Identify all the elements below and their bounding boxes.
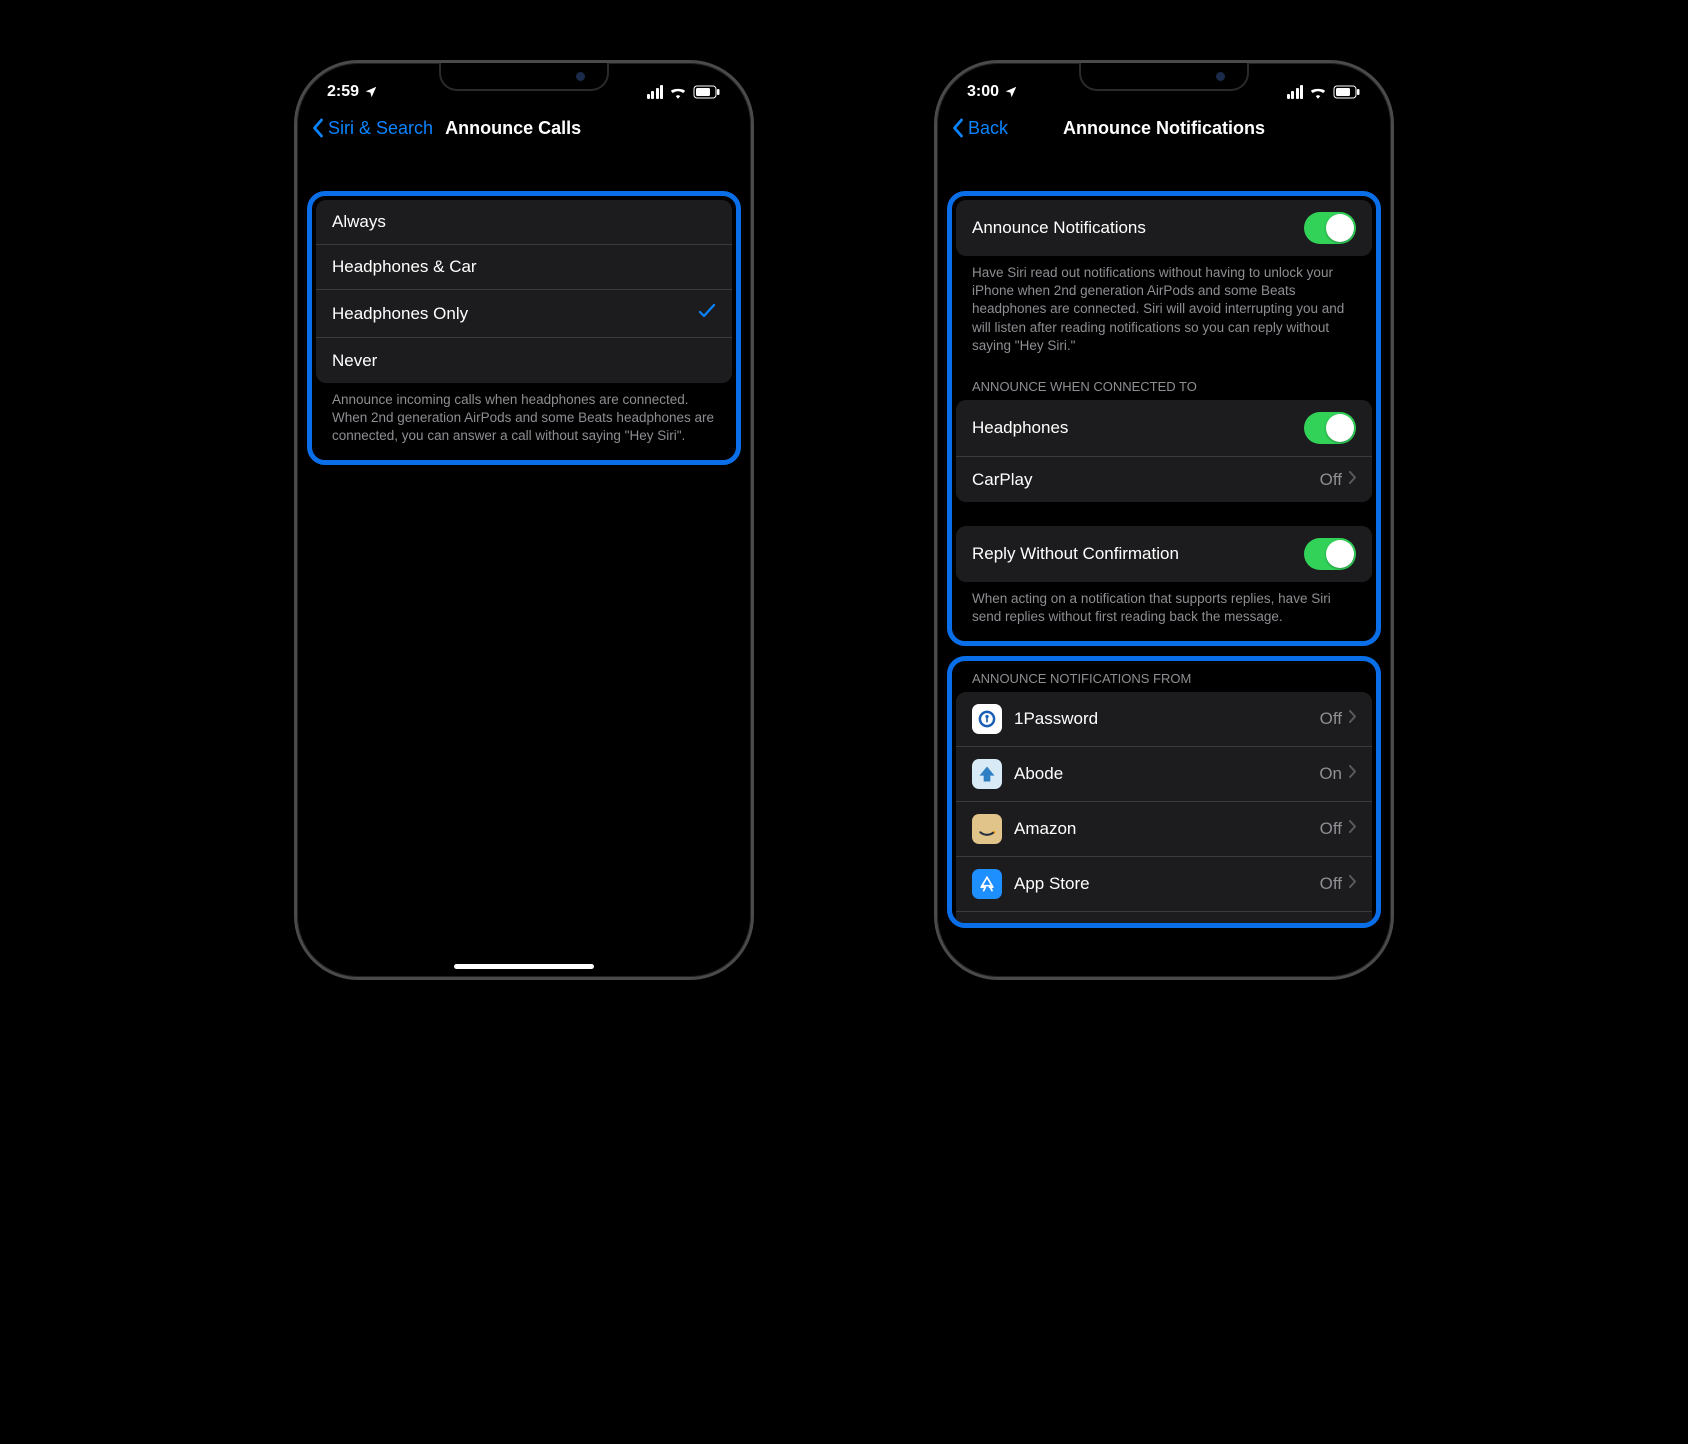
reply-footer: When acting on a notification that suppo… [956, 582, 1372, 636]
option-never[interactable]: Never [316, 338, 732, 383]
wifi-icon [669, 85, 687, 99]
carplay-value: Off [1320, 470, 1342, 490]
nav-bar: Siri & Search Announce Calls [297, 107, 751, 151]
toggle-on[interactable] [1304, 212, 1356, 244]
battery-icon [693, 85, 721, 99]
chevron-right-icon [1348, 710, 1356, 728]
chevron-left-icon [311, 118, 324, 138]
app-row[interactable]: Apple StoreOff [956, 912, 1372, 928]
reply-section: Reply Without Confirmation [956, 526, 1372, 582]
highlight-announce-notifications: Announce Notifications Have Siri read ou… [947, 191, 1381, 646]
highlight-apps: ANNOUNCE NOTIFICATIONS FROM 1Password Off… [947, 656, 1381, 928]
app-name: App Store [1014, 874, 1090, 894]
nav-bar: Back Announce Notifications [937, 107, 1391, 151]
checkmark-icon [698, 302, 716, 325]
cellular-icon [1287, 85, 1304, 99]
app-icon [972, 924, 1002, 928]
chevron-right-icon [1348, 820, 1356, 838]
back-label: Back [968, 118, 1008, 139]
chevron-left-icon [951, 118, 964, 138]
options-footer: Announce incoming calls when headphones … [316, 383, 732, 456]
cellular-icon [647, 85, 664, 99]
app-name: Amazon [1014, 819, 1076, 839]
app-icon [972, 814, 1002, 844]
app-value: Off [1320, 709, 1342, 729]
back-button[interactable]: Siri & Search [311, 118, 433, 139]
wifi-icon [1309, 85, 1327, 99]
option-headphones-only[interactable]: Headphones Only [316, 290, 732, 338]
connected-header: ANNOUNCE WHEN CONNECTED TO [956, 365, 1372, 400]
row-headphones[interactable]: Headphones [956, 400, 1372, 457]
page-title: Announce Notifications [1063, 118, 1265, 139]
app-icon [972, 704, 1002, 734]
row-announce-toggle[interactable]: Announce Notifications [956, 200, 1372, 256]
option-headphones-car[interactable]: Headphones & Car [316, 245, 732, 290]
app-name: Abode [1014, 764, 1063, 784]
chevron-right-icon [1348, 875, 1356, 893]
row-reply-toggle[interactable]: Reply Without Confirmation [956, 526, 1372, 582]
location-icon [1004, 85, 1018, 99]
app-value: Off [1320, 874, 1342, 894]
toggle-on[interactable] [1304, 412, 1356, 444]
announce-section: Announce Notifications [956, 200, 1372, 256]
app-icon [972, 759, 1002, 789]
app-value: On [1319, 764, 1342, 784]
battery-icon [1333, 85, 1361, 99]
toggle-on[interactable] [1304, 538, 1356, 570]
phone-right: 3:00 Back Announce Notifications [934, 60, 1394, 980]
app-row[interactable]: App Store Off [956, 857, 1372, 912]
row-carplay[interactable]: CarPlay Off [956, 457, 1372, 502]
back-button[interactable]: Back [951, 118, 1008, 139]
app-row[interactable]: 1Password Off [956, 692, 1372, 747]
option-always[interactable]: Always [316, 200, 732, 245]
status-time: 2:59 [327, 83, 359, 101]
app-icon [972, 869, 1002, 899]
phone-left: 2:59 Siri & Search Announce Calls Alw [294, 60, 754, 980]
highlight-announce-calls: Always Headphones & Car Headphones Only … [307, 191, 741, 465]
app-name: 1Password [1014, 709, 1098, 729]
apps-section: 1Password Off Abode On Amazon Off App Store Off… [956, 692, 1372, 928]
apps-header: ANNOUNCE NOTIFICATIONS FROM [956, 665, 1372, 692]
status-time: 3:00 [967, 83, 999, 101]
announce-footer: Have Siri read out notifications without… [956, 256, 1372, 365]
connected-section: Headphones CarPlay Off [956, 400, 1372, 502]
device-notch [1079, 63, 1249, 91]
chevron-right-icon [1348, 765, 1356, 783]
options-section: Always Headphones & Car Headphones Only … [316, 200, 732, 383]
location-icon [364, 85, 378, 99]
app-row[interactable]: Abode On [956, 747, 1372, 802]
back-label: Siri & Search [328, 118, 433, 139]
page-title: Announce Calls [445, 118, 581, 139]
chevron-right-icon [1348, 471, 1356, 489]
app-row[interactable]: Amazon Off [956, 802, 1372, 857]
app-value: Off [1320, 819, 1342, 839]
device-notch [439, 63, 609, 91]
home-indicator[interactable] [454, 964, 594, 969]
